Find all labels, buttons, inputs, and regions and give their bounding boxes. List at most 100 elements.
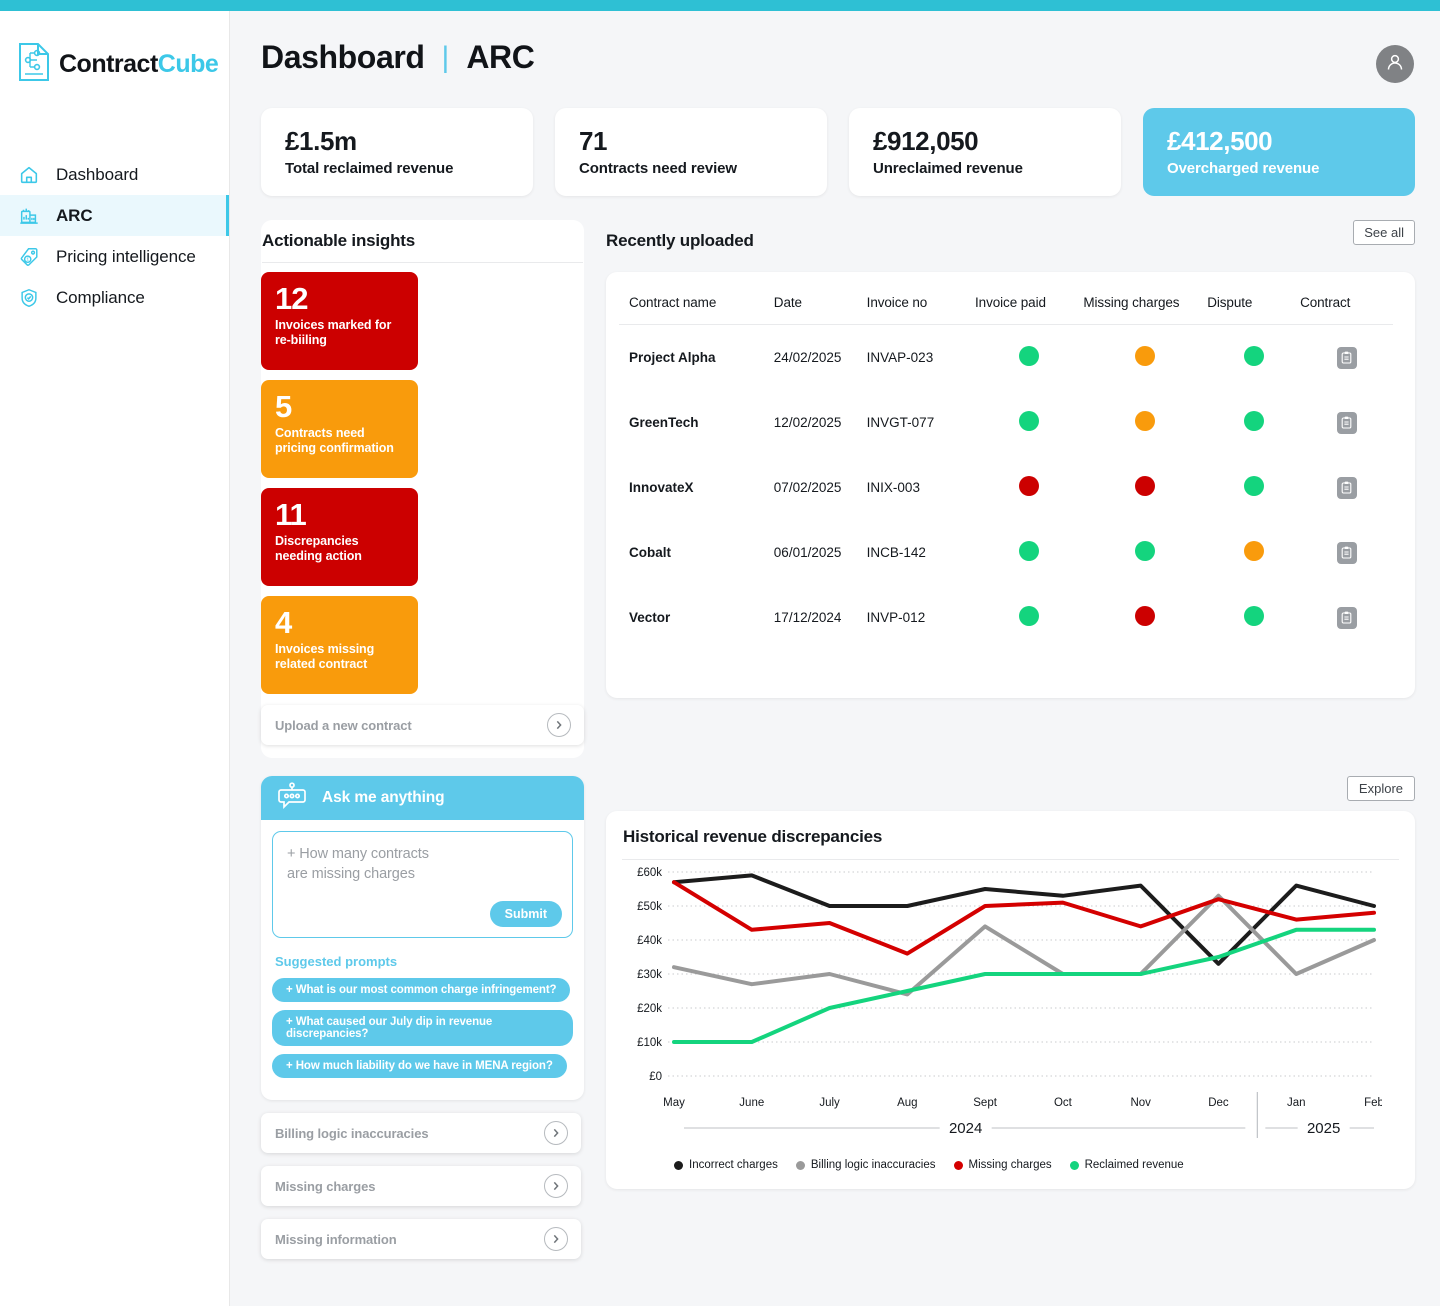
x-axis-tick-label: Jan bbox=[1287, 1097, 1306, 1109]
status-dot bbox=[1135, 606, 1156, 626]
chart-legend: Incorrect charges Billing logic inaccurac… bbox=[622, 1155, 1399, 1181]
category-row-label: Missing information bbox=[275, 1231, 397, 1247]
document-icon[interactable] bbox=[1336, 606, 1357, 629]
cell-missing-charges bbox=[1083, 390, 1207, 455]
legend-label: Missing charges bbox=[968, 1159, 1052, 1171]
table-row[interactable]: Project Alpha 24/02/2025 INVAP-023 bbox=[619, 325, 1393, 391]
upload-new-contract-button[interactable]: Upload a new contract bbox=[261, 705, 584, 745]
category-row-label: Missing charges bbox=[275, 1178, 376, 1194]
cell-contract bbox=[1300, 390, 1393, 455]
y-axis-tick-label: £10k bbox=[637, 1037, 662, 1049]
cell-date: 17/12/2024 bbox=[773, 610, 842, 625]
cell-invoice-paid bbox=[975, 585, 1083, 650]
suggested-prompt-3[interactable]: + How much liability do we have in MENA … bbox=[272, 1054, 567, 1078]
cell-invoice-no: INVP-012 bbox=[866, 610, 926, 625]
contractcube-logo-icon bbox=[16, 41, 52, 88]
explore-row: Explore bbox=[606, 776, 1415, 801]
y-axis-tick-label: £20k bbox=[637, 1003, 662, 1015]
suggested-prompt-2[interactable]: + What caused our July dip in revenue di… bbox=[272, 1010, 573, 1046]
insight-tile-number: 5 bbox=[275, 389, 292, 424]
year-group-label: 2024 bbox=[949, 1120, 982, 1137]
sidebar-nav: Dashboard ARC £ Pricing intelligence Com… bbox=[0, 154, 229, 318]
cell-contract bbox=[1300, 455, 1393, 520]
sidebar-item-pricing-intelligence[interactable]: £ Pricing intelligence bbox=[0, 236, 229, 277]
cell-contract bbox=[1300, 585, 1393, 650]
kpi-card-row: £1.5m Total reclaimed revenue 71 Contrac… bbox=[230, 76, 1440, 196]
recently-uploaded-panel: Recently uploaded See all Contract name … bbox=[606, 220, 1415, 698]
sidebar-item-label: ARC bbox=[56, 205, 93, 225]
document-icon[interactable] bbox=[1336, 411, 1357, 434]
cell-date: 06/01/2025 bbox=[773, 545, 842, 560]
suggested-prompt-1[interactable]: + What is our most common charge infring… bbox=[272, 978, 571, 1002]
cell-invoice-no: INVAP-023 bbox=[866, 350, 934, 365]
document-icon[interactable] bbox=[1336, 541, 1357, 564]
assistant-title: Ask me anything bbox=[322, 789, 445, 806]
legend-item[interactable]: Billing logic inaccuracies bbox=[795, 1159, 936, 1171]
legend-item[interactable]: Missing charges bbox=[953, 1159, 1052, 1171]
x-axis-tick-label: July bbox=[819, 1097, 840, 1109]
category-row-missing-charges[interactable]: Missing charges bbox=[261, 1166, 581, 1206]
column-header-dispute: Dispute bbox=[1207, 295, 1253, 310]
sidebar-item-dashboard[interactable]: Dashboard bbox=[0, 154, 229, 195]
cell-dispute bbox=[1207, 585, 1300, 650]
brand-name: ContractCube bbox=[59, 50, 219, 79]
top-accent-bar bbox=[0, 0, 1440, 11]
status-dot bbox=[1243, 476, 1264, 496]
insight-tile-discrepancies-needing-action[interactable]: 11 Discrepancies needing action bbox=[261, 488, 418, 586]
category-row-missing-information[interactable]: Missing information bbox=[261, 1219, 581, 1259]
cell-contract-name: Cobalt bbox=[629, 545, 671, 560]
sidebar-item-arc[interactable]: ARC bbox=[0, 195, 229, 236]
kpi-card-contracts-need-review[interactable]: 71 Contracts need review bbox=[555, 108, 827, 196]
category-row-label: Billing logic inaccuracies bbox=[275, 1125, 429, 1141]
home-icon bbox=[18, 164, 40, 186]
cell-date: 12/02/2025 bbox=[773, 415, 842, 430]
status-dot bbox=[1135, 541, 1156, 561]
kpi-value: £1.5m bbox=[285, 126, 357, 156]
table-row[interactable]: GreenTech 12/02/2025 INVGT-077 bbox=[619, 390, 1393, 455]
see-all-button[interactable]: See all bbox=[1353, 220, 1415, 245]
insight-tile-contracts-need-pricing-confirmation[interactable]: 5 Contracts need pricing confirmation bbox=[261, 380, 418, 478]
status-dot bbox=[1243, 346, 1264, 366]
insight-tile-invoices-missing-related-contract[interactable]: 4 Invoices missing related contract bbox=[261, 596, 418, 694]
recently-uploaded-table-container: Contract name Date Invoice no Invoice pa… bbox=[606, 272, 1415, 698]
assistant-input[interactable]: + How many contracts are missing charges… bbox=[272, 831, 573, 938]
insight-tile-number: 12 bbox=[275, 281, 308, 316]
table-header: Contract name Date Invoice no Invoice pa… bbox=[619, 281, 1393, 325]
table-row[interactable]: Cobalt 06/01/2025 INCB-142 bbox=[619, 520, 1393, 585]
legend-item[interactable]: Incorrect charges bbox=[674, 1159, 778, 1171]
column-header-invoice-no: Invoice no bbox=[866, 295, 928, 310]
page-header: Dashboard | ARC bbox=[230, 11, 1440, 76]
kpi-card-overcharged-revenue[interactable]: £412,500 Overcharged revenue bbox=[1143, 108, 1415, 196]
main-content: Dashboard | ARC £1.5m Total reclaimed re… bbox=[230, 11, 1440, 1306]
category-row-billing-logic-inaccuracies[interactable]: Billing logic inaccuracies bbox=[261, 1113, 581, 1153]
document-icon[interactable] bbox=[1336, 476, 1357, 499]
assistant-header: Ask me anything bbox=[261, 776, 584, 820]
legend-item[interactable]: Reclaimed revenue bbox=[1069, 1159, 1184, 1171]
insight-tile-label: Invoices marked for re-biiling bbox=[275, 318, 392, 347]
sidebar-item-compliance[interactable]: Compliance bbox=[0, 277, 229, 318]
table-row[interactable]: Vector 17/12/2024 INVP-012 bbox=[619, 585, 1393, 650]
table-row[interactable]: InnovateX 07/02/2025 INIX-003 bbox=[619, 455, 1393, 520]
status-dot bbox=[1243, 411, 1264, 431]
x-axis-tick-label: June bbox=[739, 1097, 764, 1109]
historical-revenue-chart-panel: Historical revenue discrepancies £0 £10k £… bbox=[606, 811, 1415, 1189]
recently-uploaded-title: Recently uploaded bbox=[606, 231, 754, 250]
cell-missing-charges bbox=[1083, 455, 1207, 520]
explore-button[interactable]: Explore bbox=[1346, 776, 1415, 801]
submit-button[interactable]: Submit bbox=[489, 901, 562, 927]
assistant-input-value: + How many contracts are missing charges bbox=[287, 846, 429, 882]
column-header-missing-charges: Missing charges bbox=[1083, 295, 1180, 310]
insight-tile-invoices-marked-for-rebilling[interactable]: 12 Invoices marked for re-biiling bbox=[261, 272, 418, 370]
document-icon[interactable] bbox=[1336, 346, 1357, 369]
kpi-card-total-reclaimed-revenue[interactable]: £1.5m Total reclaimed revenue bbox=[261, 108, 533, 196]
insight-tile-number: 4 bbox=[275, 605, 292, 640]
cell-invoice-paid bbox=[975, 390, 1083, 455]
cell-invoice-paid bbox=[975, 520, 1083, 585]
cell-contract bbox=[1300, 520, 1393, 585]
user-avatar[interactable] bbox=[1376, 45, 1414, 83]
chevron-right-icon bbox=[544, 1174, 568, 1198]
column-header-invoice-paid: Invoice paid bbox=[975, 295, 1046, 310]
brand-logo[interactable]: ContractCube bbox=[0, 11, 229, 88]
actionable-insights-title: Actionable insights bbox=[262, 231, 415, 250]
kpi-card-unreclaimed-revenue[interactable]: £912,050 Unreclaimed revenue bbox=[849, 108, 1121, 196]
